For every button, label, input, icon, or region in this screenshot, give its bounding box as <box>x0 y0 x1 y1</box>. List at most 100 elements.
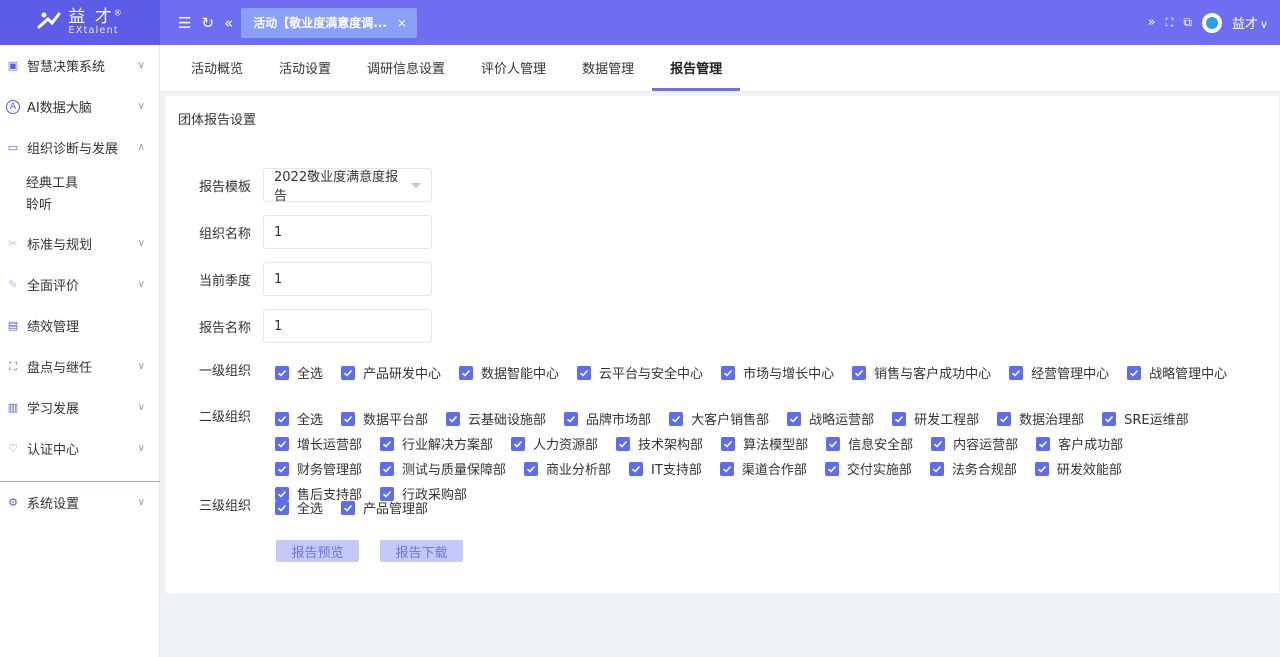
level2-org-checkbox[interactable]: 客户成功部 <box>1036 431 1123 456</box>
logo-icon <box>36 10 62 36</box>
report-preview-button[interactable]: 报告预览 <box>276 540 359 562</box>
level2-org-checkbox[interactable]: 算法模型部 <box>721 431 808 456</box>
level2-select-all-checkbox[interactable]: 全选 <box>275 406 323 431</box>
menu-fold-icon[interactable]: ☰ <box>178 14 191 32</box>
sidebar-item-evaluation[interactable]: ✎ 全面评价 ∨ <box>0 264 159 305</box>
checkmark-icon <box>721 365 736 380</box>
level2-org-checkbox[interactable]: 数据治理部 <box>997 406 1084 431</box>
sidebar-subitem-listen[interactable]: 聆听 <box>0 195 159 217</box>
refresh-icon[interactable]: ↻ <box>201 14 214 32</box>
checkmark-icon <box>341 411 356 426</box>
tab-activity-label: 活动【敬业度满意度调... <box>253 16 387 30</box>
level2-org-checkbox[interactable]: 战略运营部 <box>787 406 874 431</box>
report-name-input[interactable]: 1 <box>263 309 432 343</box>
checkbox-label: 技术架构部 <box>638 438 704 453</box>
level2-org-checkbox[interactable]: 法务合规部 <box>929 456 1017 481</box>
checkbox-label: 战略运营部 <box>809 413 875 428</box>
sidebar-item-ai[interactable]: A AI数据大脑 ∨ <box>0 86 159 127</box>
level2-org-checkbox[interactable]: 增长运营部 <box>275 431 362 456</box>
level2-org-checkbox[interactable]: 测试与质量保障部 <box>380 456 506 481</box>
checkmark-icon <box>997 411 1012 426</box>
checkbox-label: 全选 <box>297 502 324 517</box>
close-icon[interactable]: × <box>397 16 407 30</box>
level2-label-row: 二级组织 <box>165 406 263 425</box>
double-right-icon[interactable]: » <box>1148 15 1156 30</box>
level3-select-all-checkbox[interactable]: 全选 <box>275 495 323 520</box>
tab-evaluators[interactable]: 评价人管理 <box>463 44 564 91</box>
translate-icon[interactable]: ⧉ <box>1183 15 1192 30</box>
sidebar-item-settings[interactable]: ⚙ 系统设置 ∨ <box>0 482 159 523</box>
checkmark-icon <box>459 365 474 380</box>
sidebar-item-inventory[interactable]: ⛶ 盘点与继任 ∨ <box>0 346 159 387</box>
user-name[interactable]: 益才 ∨ <box>1232 13 1268 32</box>
sidebar-subitem-classic-tools[interactable]: 经典工具 <box>0 173 159 195</box>
tab-overview[interactable]: 活动概览 <box>191 44 261 91</box>
level2-org-checkbox[interactable]: 信息安全部 <box>826 431 913 456</box>
tab-survey-info[interactable]: 调研信息设置 <box>349 44 463 91</box>
level2-org-checkbox[interactable]: 内容运营部 <box>931 431 1018 456</box>
checkmark-icon <box>1102 411 1117 426</box>
report-name-value: 1 <box>274 318 283 334</box>
sidebar-item-performance[interactable]: ▤ 绩效管理 <box>0 305 159 346</box>
checkmark-icon <box>669 411 684 426</box>
org-name-input[interactable]: 1 <box>263 215 432 249</box>
fullscreen-icon[interactable]: ⛶ <box>1166 16 1174 30</box>
chevron-up-icon: ∧ <box>137 142 145 153</box>
checkbox-label: 品牌市场部 <box>586 413 652 428</box>
level1-org-checkbox[interactable]: 战略管理中心 <box>1127 360 1227 385</box>
level2-org-checkbox[interactable]: IT支持部 <box>629 456 702 481</box>
double-left-icon[interactable]: « <box>224 14 233 32</box>
sidebar-item-org-diagnosis[interactable]: ▭ 组织诊断与发展 ∧ <box>0 127 159 168</box>
template-select[interactable]: 2022敬业度满意度报告 <box>263 168 432 204</box>
tab-data[interactable]: 数据管理 <box>564 44 652 91</box>
level2-org-checkbox[interactable]: 数据平台部 <box>341 406 428 431</box>
report-download-button[interactable]: 报告下载 <box>380 540 463 562</box>
level2-org-checkbox[interactable]: 财务管理部 <box>275 456 362 481</box>
level2-org-checkbox[interactable]: 研发工程部 <box>892 406 979 431</box>
level2-org-checkbox[interactable]: SRE运维部 <box>1102 406 1189 431</box>
sidebar-item-certification[interactable]: ♡ 认证中心 ∨ <box>0 428 159 469</box>
sidebar-item-decision[interactable]: ▣ 智慧决策系统 ∨ <box>0 45 159 86</box>
quarter-row: 当前季度 1 <box>165 262 432 296</box>
top-bar: 益 才® EXtalent ☰ ↻ « 活动【敬业度满意度调... × » ⛶ … <box>0 0 1280 45</box>
sidebar-item-label: 盘点与继任 <box>27 361 93 376</box>
level3-org-checkbox[interactable]: 产品管理部 <box>341 495 428 520</box>
level2-org-checkbox[interactable]: 技术架构部 <box>616 431 703 456</box>
level2-org-checkbox[interactable]: 研发效能部 <box>1034 456 1122 481</box>
org-name-value: 1 <box>274 224 283 240</box>
logo[interactable]: 益 才® EXtalent <box>0 0 160 45</box>
level1-org-checkbox[interactable]: 经营管理中心 <box>1009 360 1109 385</box>
level2-org-checkbox[interactable]: 交付实施部 <box>824 456 912 481</box>
checkmark-icon <box>524 461 539 476</box>
level2-org-checkbox[interactable]: 云基础设施部 <box>446 406 546 431</box>
level2-org-checkbox[interactable]: 大客户销售部 <box>669 406 769 431</box>
chevron-down-icon: ∨ <box>137 443 145 454</box>
level1-org-checkbox[interactable]: 销售与客户成功中心 <box>852 360 991 385</box>
level1-label: 一级组织 <box>198 364 251 379</box>
quarter-input[interactable]: 1 <box>263 262 432 296</box>
sidebar-item-standards[interactable]: ✂ 标准与规划 ∨ <box>0 223 159 264</box>
chevron-down-icon: ∨ <box>137 101 145 112</box>
level1-org-checkbox[interactable]: 云平台与安全中心 <box>577 360 703 385</box>
level2-org-checkbox[interactable]: 人力资源部 <box>511 431 598 456</box>
tab-reports[interactable]: 报告管理 <box>652 44 741 91</box>
sidebar-item-label: 组织诊断与发展 <box>27 142 119 157</box>
level1-org-checkbox[interactable]: 市场与增长中心 <box>721 360 834 385</box>
tab-settings[interactable]: 活动设置 <box>261 44 349 91</box>
level1-select-all-checkbox[interactable]: 全选 <box>275 360 323 385</box>
level2-org-checkbox[interactable]: 商业分析部 <box>524 456 611 481</box>
level1-org-checkbox[interactable]: 数据智能中心 <box>459 360 559 385</box>
avatar[interactable] <box>1201 12 1222 33</box>
tab-activity[interactable]: 活动【敬业度满意度调... × <box>241 7 417 38</box>
sidebar-item-learning[interactable]: ▥ 学习发展 ∨ <box>0 387 159 428</box>
checkmark-icon <box>852 365 867 380</box>
level2-org-checkbox[interactable]: 渠道合作部 <box>719 456 807 481</box>
checkmark-icon <box>824 461 839 476</box>
settings-icon: ⚙ <box>8 496 18 509</box>
level1-org-checkbox[interactable]: 产品研发中心 <box>341 360 441 385</box>
checkmark-icon <box>1036 436 1051 451</box>
checkmark-icon <box>380 461 395 476</box>
level2-org-checkbox[interactable]: 行业解决方案部 <box>380 431 493 456</box>
level2-org-checkbox[interactable]: 品牌市场部 <box>564 406 651 431</box>
checkbox-label: 算法模型部 <box>743 438 809 453</box>
